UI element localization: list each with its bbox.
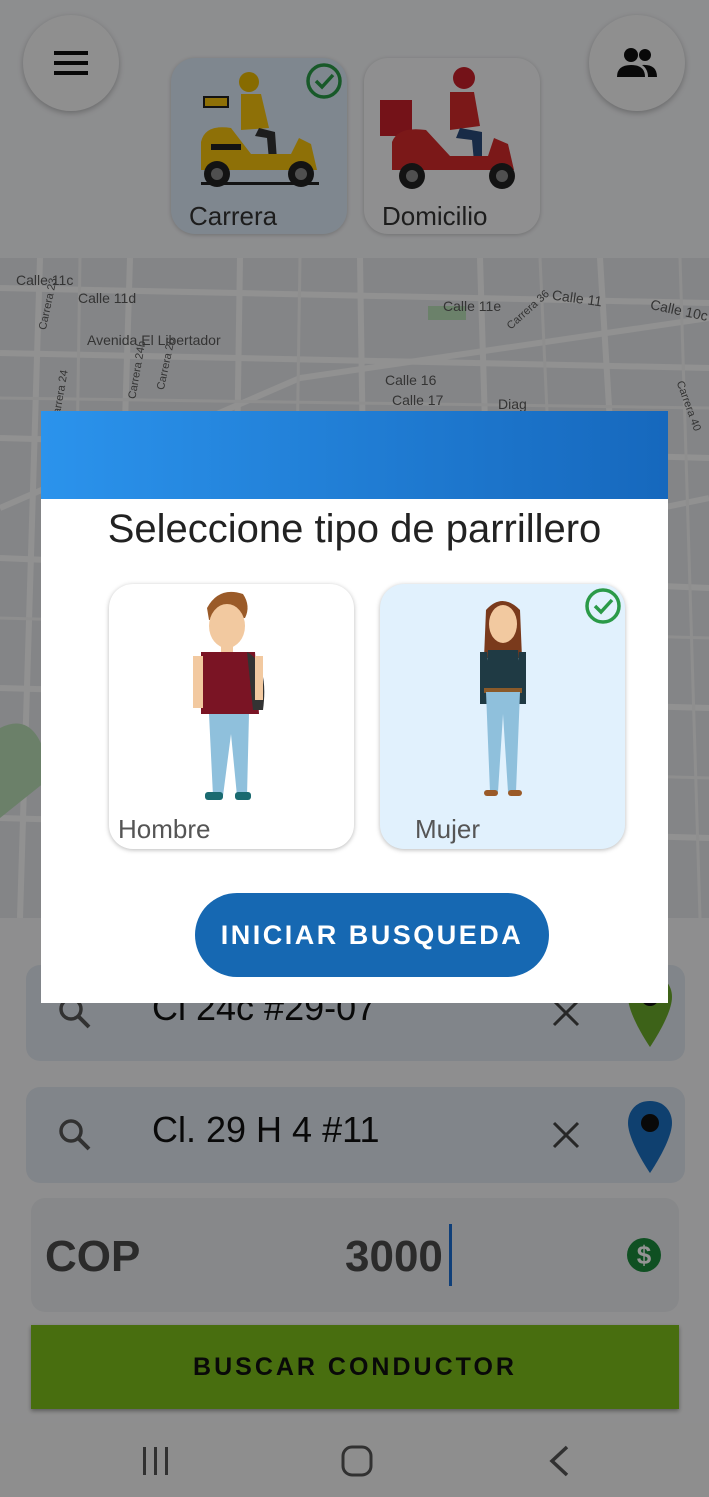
option-label-mujer: Mujer xyxy=(415,814,481,844)
dialog-title: Seleccione tipo de parrillero xyxy=(107,507,602,551)
option-label-hombre: Hombre xyxy=(118,814,211,844)
dialog-header xyxy=(41,411,668,499)
option-hombre[interactable]: Hombre xyxy=(109,584,354,849)
selected-check-icon xyxy=(585,588,621,624)
start-search-button[interactable]: INICIAR BUSQUEDA xyxy=(195,893,549,977)
modal-overlay-nav xyxy=(0,1423,709,1497)
man-avatar-icon xyxy=(193,591,265,800)
option-mujer[interactable]: Mujer xyxy=(380,584,625,849)
passenger-type-dialog: Seleccione tipo de parrillero Hombre Muj… xyxy=(41,411,668,1003)
